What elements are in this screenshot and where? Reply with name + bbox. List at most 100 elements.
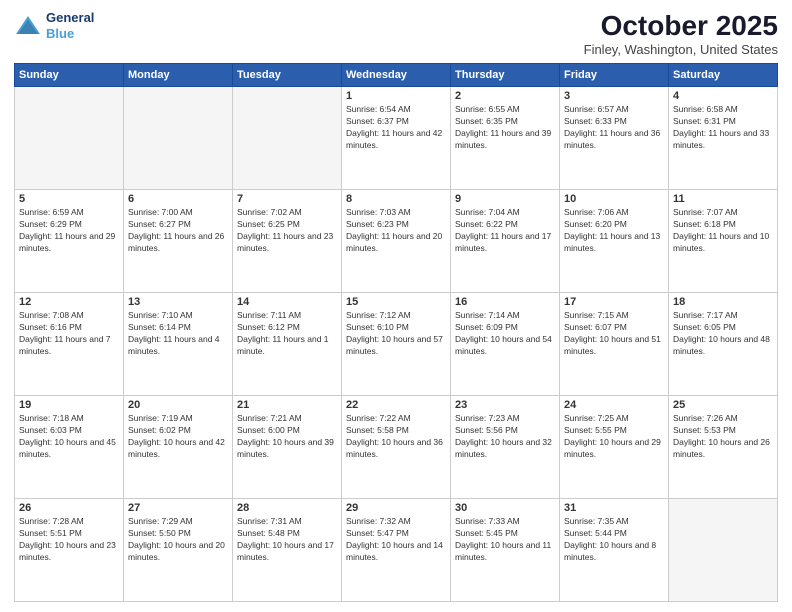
cell-info: Sunrise: 7:00 AM Sunset: 6:27 PM Dayligh… xyxy=(128,207,228,255)
calendar-cell: 4Sunrise: 6:58 AM Sunset: 6:31 PM Daylig… xyxy=(669,87,778,190)
day-number: 6 xyxy=(128,193,228,205)
cell-info: Sunrise: 7:22 AM Sunset: 5:58 PM Dayligh… xyxy=(346,413,446,461)
cell-info: Sunrise: 7:04 AM Sunset: 6:22 PM Dayligh… xyxy=(455,207,555,255)
cell-info: Sunrise: 7:29 AM Sunset: 5:50 PM Dayligh… xyxy=(128,516,228,564)
day-number: 7 xyxy=(237,193,337,205)
calendar-cell: 6 Sunrise: 7:00 AM Sunset: 6:27 PM Daylig… xyxy=(124,190,233,293)
calendar-cell: 14 Sunrise: 7:11 AM Sunset: 6:12 PM Dayli… xyxy=(233,293,342,396)
cell-info: Sunrise: 7:28 AM Sunset: 5:51 PM Dayligh… xyxy=(19,516,119,564)
cell-info: Sunrise: 6:58 AM Sunset: 6:31 PM Dayligh… xyxy=(673,104,773,152)
calendar-cell: 1 Sunrise: 6:54 AM Sunset: 6:37 PM Daylig… xyxy=(342,87,451,190)
calendar-cell: 11 Sunrise: 7:07 AM Sunset: 6:18 PM Dayli… xyxy=(669,190,778,293)
day-number: 28 xyxy=(237,502,337,514)
day-number: 27 xyxy=(128,502,228,514)
cell-info: Sunrise: 7:21 AM Sunset: 6:00 PM Dayligh… xyxy=(237,413,337,461)
calendar-cell: 20 Sunrise: 7:19 AM Sunset: 6:02 PM Dayli… xyxy=(124,396,233,499)
day-number: 17 xyxy=(564,296,664,308)
calendar-cell: 30 Sunrise: 7:33 AM Sunset: 5:45 PM Dayli… xyxy=(451,499,560,602)
day-number: 29 xyxy=(346,502,446,514)
cell-info: Sunrise: 6:54 AM Sunset: 6:37 PM Dayligh… xyxy=(346,104,446,152)
cell-info: Sunrise: 7:11 AM Sunset: 6:12 PM Dayligh… xyxy=(237,310,337,358)
cell-info: Sunrise: 7:19 AM Sunset: 6:02 PM Dayligh… xyxy=(128,413,228,461)
day-number: 15 xyxy=(346,296,446,308)
calendar-cell: 26Sunrise: 7:28 AM Sunset: 5:51 PM Dayli… xyxy=(15,499,124,602)
day-number: 19 xyxy=(19,399,119,411)
calendar-cell xyxy=(124,87,233,190)
calendar-cell: 15 Sunrise: 7:12 AM Sunset: 6:10 PM Dayli… xyxy=(342,293,451,396)
weekday-header-wednesday: Wednesday xyxy=(342,64,451,87)
logo-line1: General xyxy=(46,10,94,26)
calendar-table: SundayMondayTuesdayWednesdayThursdayFrid… xyxy=(14,63,778,602)
week-row-1: 5Sunrise: 6:59 AM Sunset: 6:29 PM Daylig… xyxy=(15,190,778,293)
week-row-2: 12Sunrise: 7:08 AM Sunset: 6:16 PM Dayli… xyxy=(15,293,778,396)
logo-text: General Blue xyxy=(46,10,94,41)
day-number: 13 xyxy=(128,296,228,308)
calendar-cell: 24Sunrise: 7:25 AM Sunset: 5:55 PM Dayli… xyxy=(560,396,669,499)
day-number: 21 xyxy=(237,399,337,411)
day-number: 14 xyxy=(237,296,337,308)
cell-info: Sunrise: 7:23 AM Sunset: 5:56 PM Dayligh… xyxy=(455,413,555,461)
cell-info: Sunrise: 7:02 AM Sunset: 6:25 PM Dayligh… xyxy=(237,207,337,255)
title-block: October 2025 Finley, Washington, United … xyxy=(584,10,778,57)
calendar-cell xyxy=(669,499,778,602)
calendar-cell: 23Sunrise: 7:23 AM Sunset: 5:56 PM Dayli… xyxy=(451,396,560,499)
weekday-header-tuesday: Tuesday xyxy=(233,64,342,87)
calendar-cell: 3Sunrise: 6:57 AM Sunset: 6:33 PM Daylig… xyxy=(560,87,669,190)
cell-info: Sunrise: 7:25 AM Sunset: 5:55 PM Dayligh… xyxy=(564,413,664,461)
calendar-cell: 18 Sunrise: 7:17 AM Sunset: 6:05 PM Dayli… xyxy=(669,293,778,396)
cell-info: Sunrise: 7:35 AM Sunset: 5:44 PM Dayligh… xyxy=(564,516,664,564)
calendar-cell xyxy=(15,87,124,190)
day-number: 3 xyxy=(564,90,664,102)
calendar-cell: 9 Sunrise: 7:04 AM Sunset: 6:22 PM Daylig… xyxy=(451,190,560,293)
cell-info: Sunrise: 7:33 AM Sunset: 5:45 PM Dayligh… xyxy=(455,516,555,564)
day-number: 30 xyxy=(455,502,555,514)
day-number: 10 xyxy=(564,193,664,205)
calendar-cell: 17 Sunrise: 7:15 AM Sunset: 6:07 PM Dayli… xyxy=(560,293,669,396)
day-number: 16 xyxy=(455,296,555,308)
day-number: 5 xyxy=(19,193,119,205)
cell-info: Sunrise: 7:12 AM Sunset: 6:10 PM Dayligh… xyxy=(346,310,446,358)
logo: General Blue xyxy=(14,10,94,41)
day-number: 9 xyxy=(455,193,555,205)
calendar-cell: 29Sunrise: 7:32 AM Sunset: 5:47 PM Dayli… xyxy=(342,499,451,602)
day-number: 12 xyxy=(19,296,119,308)
calendar-cell: 13 Sunrise: 7:10 AM Sunset: 6:14 PM Dayli… xyxy=(124,293,233,396)
calendar-cell: 22 Sunrise: 7:22 AM Sunset: 5:58 PM Dayli… xyxy=(342,396,451,499)
header-row: SundayMondayTuesdayWednesdayThursdayFrid… xyxy=(15,64,778,87)
day-number: 1 xyxy=(346,90,446,102)
cell-info: Sunrise: 7:17 AM Sunset: 6:05 PM Dayligh… xyxy=(673,310,773,358)
day-number: 31 xyxy=(564,502,664,514)
cell-info: Sunrise: 7:18 AM Sunset: 6:03 PM Dayligh… xyxy=(19,413,119,461)
week-row-0: 1 Sunrise: 6:54 AM Sunset: 6:37 PM Daylig… xyxy=(15,87,778,190)
calendar-cell xyxy=(233,87,342,190)
day-number: 22 xyxy=(346,399,446,411)
week-row-4: 26Sunrise: 7:28 AM Sunset: 5:51 PM Dayli… xyxy=(15,499,778,602)
calendar-cell: 31 Sunrise: 7:35 AM Sunset: 5:44 PM Dayli… xyxy=(560,499,669,602)
calendar-cell: 21 Sunrise: 7:21 AM Sunset: 6:00 PM Dayli… xyxy=(233,396,342,499)
header: General Blue October 2025 Finley, Washin… xyxy=(14,10,778,57)
cell-info: Sunrise: 7:06 AM Sunset: 6:20 PM Dayligh… xyxy=(564,207,664,255)
calendar-cell: 8Sunrise: 7:03 AM Sunset: 6:23 PM Daylig… xyxy=(342,190,451,293)
calendar-cell: 7 Sunrise: 7:02 AM Sunset: 6:25 PM Daylig… xyxy=(233,190,342,293)
weekday-header-friday: Friday xyxy=(560,64,669,87)
day-number: 18 xyxy=(673,296,773,308)
calendar-cell: 27 Sunrise: 7:29 AM Sunset: 5:50 PM Dayli… xyxy=(124,499,233,602)
cell-info: Sunrise: 7:31 AM Sunset: 5:48 PM Dayligh… xyxy=(237,516,337,564)
cell-info: Sunrise: 7:10 AM Sunset: 6:14 PM Dayligh… xyxy=(128,310,228,358)
calendar-subtitle: Finley, Washington, United States xyxy=(584,42,778,57)
calendar-cell: 16Sunrise: 7:14 AM Sunset: 6:09 PM Dayli… xyxy=(451,293,560,396)
logo-line2: Blue xyxy=(46,26,74,41)
cell-info: Sunrise: 7:26 AM Sunset: 5:53 PM Dayligh… xyxy=(673,413,773,461)
day-number: 11 xyxy=(673,193,773,205)
weekday-header-sunday: Sunday xyxy=(15,64,124,87)
day-number: 20 xyxy=(128,399,228,411)
cell-info: Sunrise: 7:15 AM Sunset: 6:07 PM Dayligh… xyxy=(564,310,664,358)
calendar-title: October 2025 xyxy=(584,10,778,42)
day-number: 8 xyxy=(346,193,446,205)
calendar-cell: 5Sunrise: 6:59 AM Sunset: 6:29 PM Daylig… xyxy=(15,190,124,293)
weekday-header-thursday: Thursday xyxy=(451,64,560,87)
calendar-cell: 10 Sunrise: 7:06 AM Sunset: 6:20 PM Dayli… xyxy=(560,190,669,293)
calendar-cell: 19 Sunrise: 7:18 AM Sunset: 6:03 PM Dayli… xyxy=(15,396,124,499)
cell-info: Sunrise: 7:07 AM Sunset: 6:18 PM Dayligh… xyxy=(673,207,773,255)
cell-info: Sunrise: 6:55 AM Sunset: 6:35 PM Dayligh… xyxy=(455,104,555,152)
